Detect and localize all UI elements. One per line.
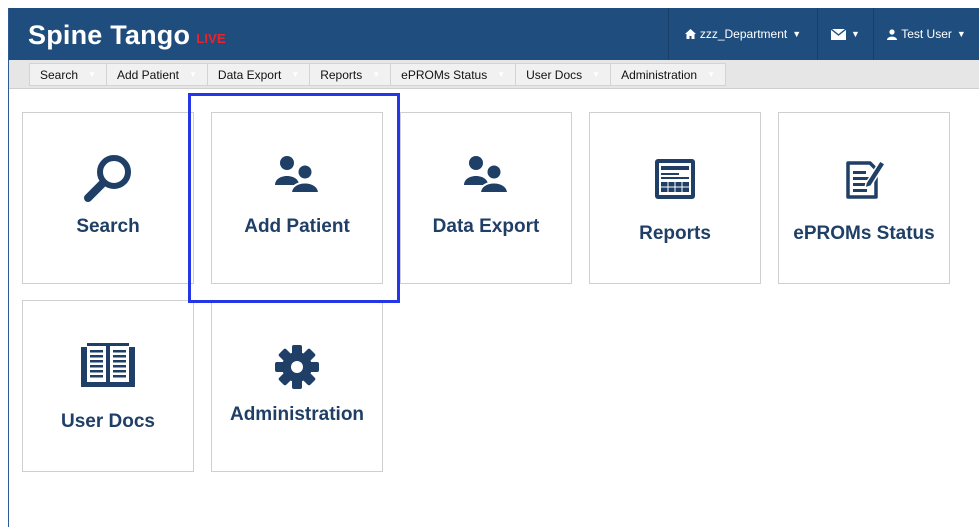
- chevron-down-icon: ▼: [592, 70, 601, 79]
- tile-label: ePROMs Status: [793, 223, 935, 244]
- tile-label: Administration: [229, 404, 365, 425]
- menu-eproms-status[interactable]: ePROMs Status ▼: [390, 63, 516, 86]
- report-icon: [655, 159, 695, 199]
- chevron-down-icon: ▼: [88, 70, 96, 79]
- tile-user-docs[interactable]: User Docs: [22, 300, 194, 472]
- tile-search[interactable]: Search: [22, 112, 194, 284]
- tile-label: User Docs: [61, 411, 155, 432]
- menu-reports[interactable]: Reports ▼: [309, 63, 391, 86]
- highlight-box: [188, 93, 400, 303]
- tile-label: Search: [76, 216, 140, 237]
- user-icon: [887, 28, 898, 40]
- chevron-down-icon: ▼: [497, 70, 506, 79]
- tile-label: Data Export: [432, 216, 540, 237]
- envelope-icon: [831, 28, 847, 40]
- menu-label: ePROMs Status: [401, 67, 488, 82]
- user-menu[interactable]: Test User ▼: [873, 8, 979, 60]
- user-name: Test User: [901, 27, 952, 41]
- magnifier-icon: [84, 155, 131, 202]
- menu-data-export[interactable]: Data Export ▼: [206, 63, 310, 86]
- menu-label: User Docs: [526, 67, 583, 82]
- chevron-down-icon: ▼: [956, 29, 966, 39]
- chevron-down-icon: ▼: [291, 70, 300, 79]
- main-menu-bar: Search ▼ Add Patient ▼ Data Export ▼ Report…: [9, 60, 979, 89]
- live-badge: LIVE: [196, 31, 226, 46]
- menu-add-patient[interactable]: Add Patient ▼: [105, 63, 207, 86]
- menu-label: Data Export: [217, 67, 282, 82]
- chevron-down-icon: ▼: [792, 29, 802, 39]
- edit-document-icon: [846, 159, 886, 199]
- users-icon: [464, 156, 510, 193]
- menu-label: Search: [40, 67, 79, 82]
- chevron-down-icon: ▼: [851, 29, 860, 39]
- menu-user-docs[interactable]: User Docs ▼: [515, 63, 611, 86]
- chevron-down-icon: ▼: [189, 70, 197, 79]
- menu-label: Add Patient: [116, 67, 179, 82]
- menu-label: Administration: [621, 67, 698, 82]
- tile-reports[interactable]: Reports: [589, 112, 761, 284]
- tile-label: Reports: [639, 223, 711, 244]
- chevron-down-icon: ▼: [372, 70, 381, 79]
- gear-icon: [275, 345, 319, 389]
- tile-data-export[interactable]: Data Export: [400, 112, 572, 284]
- tile-eproms-status[interactable]: ePROMs Status: [778, 112, 950, 284]
- menu-administration[interactable]: Administration ▼: [610, 63, 727, 86]
- book-icon: [81, 343, 135, 387]
- menu-label: Reports: [320, 67, 363, 82]
- department-dropdown[interactable]: zzz_Department ▼: [668, 8, 817, 60]
- home-icon: [684, 29, 696, 39]
- department-label: zzz_Department: [699, 27, 788, 41]
- top-navbar: Spine Tango LIVE zzz_Department ▼ ▼ Test U…: [9, 8, 979, 60]
- chevron-down-icon: ▼: [707, 70, 716, 79]
- messages-dropdown[interactable]: ▼: [817, 8, 873, 60]
- brand-name: Spine Tango: [28, 20, 191, 50]
- brand-logo[interactable]: Spine Tango LIVE: [28, 20, 226, 51]
- menu-search[interactable]: Search ▼: [29, 63, 106, 86]
- tile-administration[interactable]: Administration: [211, 300, 383, 472]
